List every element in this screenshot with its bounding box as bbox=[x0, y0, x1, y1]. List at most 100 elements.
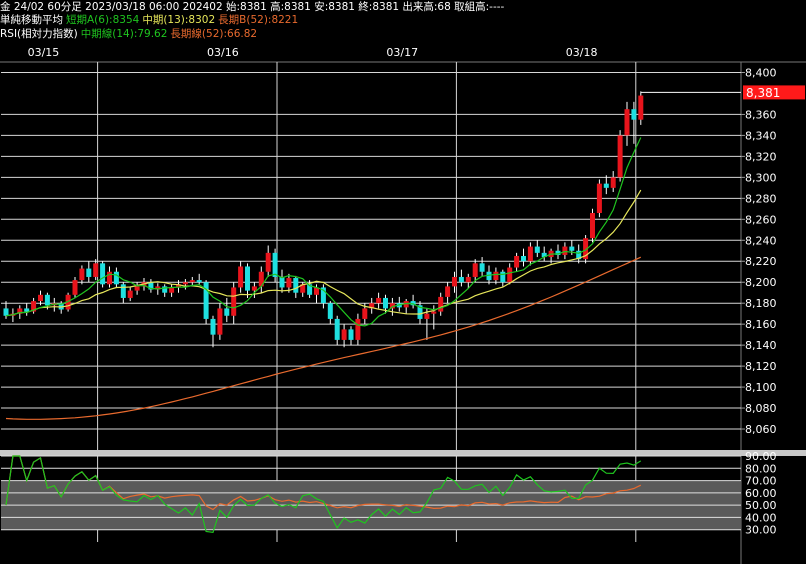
price-tick-label: 8,060 bbox=[745, 423, 777, 436]
rsi-tick-label: 60.00 bbox=[745, 487, 777, 500]
price-tick-label: 8,280 bbox=[745, 192, 777, 205]
price-tick-label: 8,160 bbox=[745, 318, 777, 331]
price-chart[interactable]: 8,060 8,080 8,100 8,120 8,140 8,160 8,180 8,200… bbox=[0, 42, 806, 564]
candle-body bbox=[24, 308, 30, 312]
ma-mid-value: 中期(13):8302 bbox=[142, 14, 216, 26]
candle-body bbox=[265, 252, 271, 272]
candle-body bbox=[38, 294, 43, 302]
candle-body bbox=[251, 286, 257, 291]
rsi-tick-label: 30.00 bbox=[745, 524, 777, 537]
candle-body bbox=[210, 318, 216, 335]
price-tick-label: 8,140 bbox=[745, 339, 777, 352]
candle-body bbox=[610, 177, 616, 188]
rsi-mid-value: 中期線(14):79.62 bbox=[80, 28, 168, 40]
candle-body bbox=[431, 311, 437, 314]
date-tick-label: 03/16 bbox=[207, 46, 239, 59]
candle-body bbox=[348, 329, 354, 340]
date-tick-label: 03/15 bbox=[28, 46, 60, 59]
rsi-label: RSI(相対力指数) bbox=[0, 28, 78, 40]
date-tick-label: 03/17 bbox=[386, 46, 418, 59]
candle-body bbox=[341, 329, 347, 340]
ma-long-value: 長期B(52):8221 bbox=[218, 14, 299, 26]
date-tick-label: 03/18 bbox=[566, 46, 598, 59]
header-ma-line: 単純移動平均 短期A(6):8354 中期(13):8302 長期B(52):8221 bbox=[0, 13, 806, 27]
price-tick-label: 8,340 bbox=[745, 129, 777, 142]
candle-body bbox=[507, 267, 513, 283]
candle-body bbox=[569, 246, 575, 251]
candle-body bbox=[527, 246, 533, 262]
ma-label: 単純移動平均 bbox=[0, 14, 63, 26]
rsi-tick-label: 40.00 bbox=[745, 511, 777, 524]
candle-body bbox=[355, 318, 361, 340]
candle-body bbox=[86, 268, 92, 277]
candle-body bbox=[603, 183, 609, 188]
candle-body bbox=[514, 256, 520, 268]
candle-body bbox=[169, 287, 175, 293]
candle-body bbox=[465, 276, 471, 283]
last-price-label: 8,381 bbox=[746, 86, 780, 100]
candle-body bbox=[590, 213, 595, 239]
candle-body bbox=[493, 271, 499, 281]
candle-body bbox=[479, 263, 485, 272]
candle-body bbox=[327, 303, 333, 319]
candle-body bbox=[293, 278, 299, 293]
candle-body bbox=[127, 290, 133, 298]
price-tick-label: 8,320 bbox=[745, 150, 777, 163]
candle-body bbox=[534, 246, 540, 253]
price-tick-label: 8,360 bbox=[745, 108, 777, 121]
price-tick-label: 8,260 bbox=[745, 213, 777, 226]
candle-body bbox=[217, 308, 223, 335]
candle-body bbox=[231, 287, 237, 316]
rsi-tick-label: 50.00 bbox=[745, 499, 777, 512]
candle-body bbox=[438, 296, 444, 312]
header-quote-line: 金 24/02 60分足 2023/03/18 06:00 202402 始:8… bbox=[0, 0, 806, 14]
candle-body bbox=[224, 308, 230, 316]
candle-body bbox=[245, 266, 250, 291]
price-tick-label: 8,180 bbox=[745, 297, 777, 310]
candle-body bbox=[3, 308, 9, 316]
candle-body bbox=[44, 294, 50, 306]
price-tick-label: 8,200 bbox=[745, 276, 777, 289]
rsi-tick-label: 90.00 bbox=[745, 450, 777, 463]
quote-summary: 金 24/02 60分足 2023/03/18 06:00 202402 始:8… bbox=[0, 1, 505, 13]
ma-short-value: 短期A(6):8354 bbox=[66, 14, 140, 26]
pane-divider bbox=[0, 450, 806, 456]
candle-body bbox=[500, 271, 506, 283]
candle-body bbox=[279, 276, 285, 288]
candle-body bbox=[472, 263, 478, 277]
candle-body bbox=[334, 318, 340, 340]
rsi-tick-label: 80.00 bbox=[745, 462, 777, 475]
header-rsi-line: RSI(相対力指数) 中期線(14):79.62 長期線(52):66.82 bbox=[0, 27, 806, 41]
candle-body bbox=[631, 109, 637, 120]
candle-body bbox=[376, 297, 382, 304]
candle-body bbox=[72, 280, 78, 295]
candle-body bbox=[134, 286, 140, 291]
candle-body bbox=[182, 282, 188, 285]
candle-body bbox=[445, 286, 451, 297]
candle-body bbox=[196, 280, 202, 283]
candle-body bbox=[452, 276, 457, 287]
candle-body bbox=[100, 263, 106, 285]
rsi-tick-label: 70.00 bbox=[745, 475, 777, 488]
candle-body bbox=[458, 276, 464, 283]
price-tick-label: 8,080 bbox=[745, 402, 777, 415]
candle-body bbox=[113, 271, 119, 285]
candle-body bbox=[93, 263, 99, 277]
candle-body bbox=[424, 313, 430, 319]
candle-body bbox=[362, 308, 368, 319]
candle-body bbox=[521, 256, 526, 262]
price-tick-label: 8,240 bbox=[745, 234, 777, 247]
candle-body bbox=[286, 278, 292, 288]
rsi-long-value: 長期線(52):66.82 bbox=[170, 28, 258, 40]
price-tick-label: 8,300 bbox=[745, 171, 777, 184]
candle-body bbox=[596, 183, 602, 214]
candle-body bbox=[383, 297, 388, 309]
candle-body bbox=[617, 135, 623, 178]
candle-body bbox=[238, 266, 244, 288]
candle-body bbox=[624, 109, 630, 136]
price-tick-label: 8,100 bbox=[745, 381, 777, 394]
price-tick-label: 8,400 bbox=[745, 66, 777, 79]
price-tick-label: 8,120 bbox=[745, 360, 777, 373]
candle-body bbox=[638, 95, 644, 120]
candle-body bbox=[272, 252, 278, 277]
